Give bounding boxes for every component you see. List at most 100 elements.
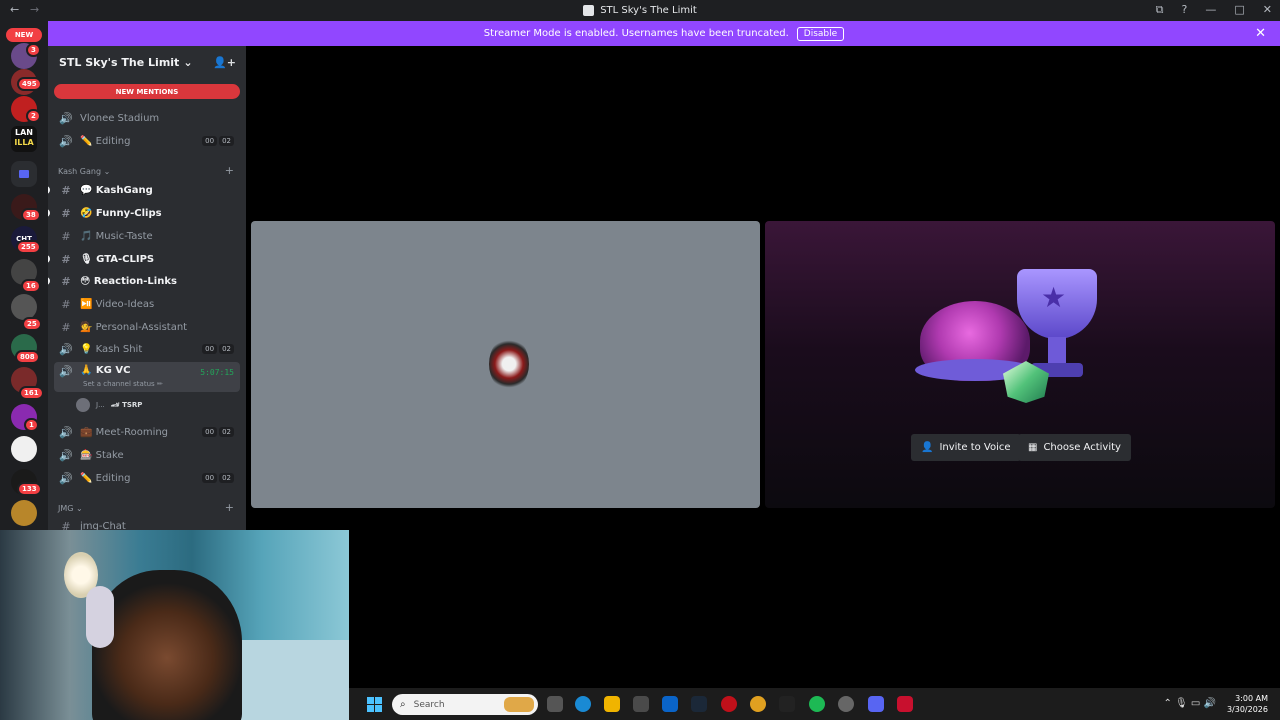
- app-icon[interactable]: [838, 696, 854, 712]
- maximize-button[interactable]: □: [1234, 3, 1244, 17]
- user-max: 02: [219, 344, 234, 354]
- date: 3/30/2026: [1226, 705, 1268, 714]
- server-icon[interactable]: [11, 436, 37, 462]
- voice-channel[interactable]: 🔊 🎰 Stake: [54, 445, 240, 465]
- windows-start-icon[interactable]: [367, 697, 382, 712]
- opera-icon[interactable]: [721, 696, 737, 712]
- text-channel[interactable]: # 💁 Personal-Assistant: [54, 317, 240, 337]
- steam-icon[interactable]: [691, 696, 707, 712]
- chevron-down-icon: ⌄: [183, 55, 193, 69]
- channel-status[interactable]: Set a channel status ✏: [83, 380, 163, 388]
- channel-name: 💁 Personal-Assistant: [80, 321, 188, 333]
- activity-tile: ★ 👤 Invite to Voice ▦ Choose Activity: [765, 221, 1275, 508]
- choose-activity-label: Choose Activity: [1043, 442, 1121, 453]
- channel-name: 🙏 KG VC: [80, 365, 131, 376]
- close-icon[interactable]: ✕: [1255, 26, 1266, 41]
- system-tray[interactable]: ⌃ 🎙 ▭ 🔊: [1163, 698, 1216, 709]
- text-channel[interactable]: # 🤣 Funny-Clips: [48, 203, 240, 223]
- server-header[interactable]: STL Sky's The Limit ⌄ 👤+: [48, 46, 246, 78]
- help-icon[interactable]: ?: [1182, 3, 1188, 17]
- user-max: 02: [219, 427, 234, 437]
- back-arrow-icon[interactable]: ←: [10, 3, 19, 16]
- category-jmg[interactable]: JMG ⌄: [58, 504, 83, 513]
- spotify-icon[interactable]: [809, 696, 825, 712]
- unread-badge: 255: [16, 240, 41, 254]
- new-mentions-button[interactable]: NEW MENTIONS: [54, 84, 240, 99]
- bed: [230, 640, 349, 720]
- unread-badge: 3: [26, 43, 41, 57]
- taskbar-search[interactable]: ⌕ Search: [392, 694, 538, 715]
- unread-badge: 16: [21, 279, 41, 293]
- text-channel[interactable]: # 💬 KashGang: [48, 180, 240, 200]
- discord-icon[interactable]: [868, 696, 884, 712]
- edge-icon[interactable]: [575, 696, 591, 712]
- invite-people-icon[interactable]: 👤+: [213, 56, 236, 69]
- member-activity: 🏎 TSRP: [110, 401, 143, 409]
- channel-name: 🎵 Music-Taste: [80, 230, 153, 242]
- speaker-icon: 🔊: [59, 342, 73, 356]
- voice-channel[interactable]: 🔊 ✏️ Editing 00 02: [54, 468, 240, 488]
- chrome-icon[interactable]: [750, 696, 766, 712]
- banner-text: Streamer Mode is enabled. Usernames have…: [483, 28, 789, 39]
- unread-indicator: [48, 255, 50, 263]
- outlook-icon[interactable]: [662, 696, 678, 712]
- create-channel-icon[interactable]: +: [225, 501, 234, 514]
- text-channel[interactable]: # ⏯️ Video-Ideas: [54, 294, 240, 314]
- server-icon[interactable]: [11, 500, 37, 526]
- task-view-icon[interactable]: [547, 696, 563, 712]
- unread-badge: 133: [17, 482, 42, 496]
- app-icon[interactable]: [897, 696, 913, 712]
- webcam-overlay: [0, 530, 349, 720]
- server-icon-lan[interactable]: LAN ILLA: [11, 126, 37, 152]
- disable-streamer-mode-button[interactable]: Disable: [796, 26, 845, 41]
- invite-to-voice-button[interactable]: 👤 Invite to Voice: [911, 434, 1021, 461]
- text-channel[interactable]: # 🎙 GTA-CLIPS: [48, 249, 240, 269]
- file-explorer-icon[interactable]: [604, 696, 620, 712]
- voice-channel-connected[interactable]: 🔊 🙏 KG VC 5:07:15 Set a channel status ✏: [54, 362, 240, 392]
- call-timer: 5:07:15: [200, 368, 234, 377]
- user-limit: 00 02: [202, 136, 234, 146]
- user-max: 02: [219, 136, 234, 146]
- voice-channel[interactable]: 🔊 💼 Meet-Rooming 00 02: [54, 422, 240, 442]
- minimize-button[interactable]: —: [1205, 3, 1216, 17]
- voice-channel[interactable]: 🔊 💡 Kash Shit 00 02: [54, 339, 240, 359]
- clock[interactable]: 3:00 AM 3/30/2026: [1227, 693, 1268, 715]
- unread-badge: 161: [19, 386, 44, 400]
- invite-to-voice-label: Invite to Voice: [939, 442, 1011, 453]
- voice-channel[interactable]: 🔊 ✏️ Editing 00 02: [54, 131, 240, 151]
- text-channel[interactable]: # 🎵 Music-Taste: [54, 226, 240, 246]
- store-icon[interactable]: [633, 696, 649, 712]
- unread-badge: 808: [15, 350, 40, 364]
- window-title: STL Sky's The Limit: [600, 5, 697, 16]
- channel-name: 💼 Meet-Rooming: [80, 426, 169, 438]
- inbox-icon[interactable]: ⧉: [1156, 3, 1164, 17]
- unread-badge: 25: [22, 317, 42, 331]
- user-limit: 00 02: [202, 427, 234, 437]
- forward-arrow-icon[interactable]: →: [30, 3, 39, 16]
- lan-label: LAN: [15, 128, 33, 137]
- channel-name: ✏️ Editing: [80, 135, 131, 147]
- folder-icon[interactable]: [11, 161, 37, 187]
- speaker-icon: 🔊: [59, 134, 73, 148]
- member-name: J...: [96, 401, 105, 409]
- channel-name: 😳 Reaction-Links: [80, 275, 177, 287]
- user-video-tile[interactable]: [251, 221, 760, 508]
- unread-badge: 2: [26, 109, 41, 123]
- voice-channel[interactable]: 🔊 Vlonee Stadium: [54, 108, 240, 128]
- new-pill[interactable]: NEW: [6, 28, 42, 42]
- text-channel[interactable]: # 😳 Reaction-Links: [48, 271, 240, 291]
- unread-indicator: [48, 209, 50, 217]
- category-kash-gang[interactable]: Kash Gang ⌄: [58, 167, 110, 176]
- choose-activity-button[interactable]: ▦ Choose Activity: [1018, 434, 1131, 461]
- voice-member[interactable]: J... 🏎 TSRP: [76, 398, 142, 412]
- channel-sidebar: STL Sky's The Limit ⌄ 👤+ NEW MENTIONS 🔊 …: [48, 46, 246, 530]
- channel-name: 🎙 GTA-CLIPS: [80, 253, 155, 265]
- epic-games-icon[interactable]: [779, 696, 795, 712]
- create-channel-icon[interactable]: +: [225, 164, 234, 177]
- text-channel[interactable]: # jmg-Chat: [54, 516, 240, 531]
- close-window-button[interactable]: ✕: [1263, 3, 1272, 17]
- channel-name: 💬 KashGang: [80, 184, 153, 196]
- unread-badge: 1: [24, 418, 39, 432]
- user-count: 00: [202, 136, 218, 146]
- speaker-icon: 🔊: [59, 365, 73, 378]
